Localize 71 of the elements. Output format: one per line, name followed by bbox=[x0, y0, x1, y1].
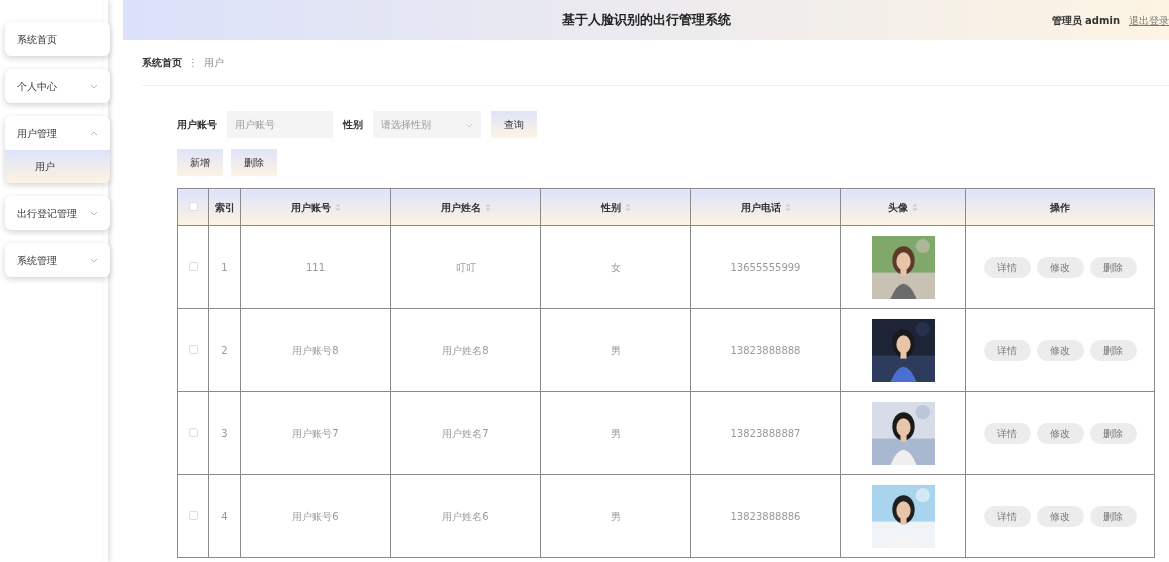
row-action-button[interactable]: 修改 bbox=[1036, 505, 1084, 527]
row-action-button[interactable]: 修改 bbox=[1036, 256, 1084, 278]
chevron-down-icon bbox=[90, 82, 98, 90]
table-cell: 叮叮 bbox=[390, 225, 541, 309]
chevron-down-icon bbox=[90, 256, 98, 264]
breadcrumb-item[interactable]: 系统首页 bbox=[142, 55, 182, 70]
table-cell: 男 bbox=[540, 391, 691, 475]
sort-icon bbox=[334, 203, 341, 212]
row-checkbox[interactable] bbox=[188, 344, 198, 354]
search-field[interactable]: 用户账号 bbox=[227, 111, 333, 138]
breadcrumb-item: 用户 bbox=[204, 56, 224, 70]
sort-icon bbox=[624, 203, 631, 212]
row-action-button[interactable]: 详情 bbox=[983, 339, 1031, 361]
action-button[interactable]: 删除 bbox=[231, 149, 277, 176]
row-action-button[interactable]: 删除 bbox=[1089, 339, 1137, 361]
logout-link[interactable]: 退出登录 bbox=[1129, 12, 1169, 28]
row-action-button[interactable]: 修改 bbox=[1036, 422, 1084, 444]
row-action-button[interactable]: 删除 bbox=[1089, 422, 1137, 444]
breadcrumb-separator: ⋮ bbox=[188, 56, 198, 70]
column-header[interactable]: 用户姓名 bbox=[390, 188, 541, 226]
table-cell: 13823888886 bbox=[690, 474, 841, 558]
sort-icon bbox=[484, 203, 491, 212]
column-header: 索引 bbox=[208, 188, 241, 226]
column-header[interactable]: 用户电话 bbox=[690, 188, 841, 226]
table-cell: 111 bbox=[240, 225, 391, 309]
row-action-button[interactable]: 修改 bbox=[1036, 339, 1084, 361]
table-cell: 女 bbox=[540, 225, 691, 309]
row-action-button[interactable]: 删除 bbox=[1089, 256, 1137, 278]
submenu-item[interactable]: 用户 bbox=[5, 150, 110, 183]
sort-icon bbox=[912, 203, 918, 212]
table-cell: 4 bbox=[208, 474, 241, 558]
search-button[interactable]: 查询 bbox=[491, 111, 537, 138]
chevron-down-icon bbox=[90, 209, 98, 217]
action-button[interactable]: 新增 bbox=[177, 149, 223, 176]
table-cell: 用户姓名6 bbox=[390, 474, 541, 558]
field-label: 用户账号 bbox=[177, 118, 217, 132]
row-checkbox[interactable] bbox=[188, 427, 198, 437]
row-checkbox[interactable] bbox=[188, 261, 198, 271]
column-header[interactable]: 用户账号 bbox=[240, 188, 391, 226]
user-name: 管理员 admin bbox=[1051, 13, 1120, 28]
table-cell: 用户账号6 bbox=[240, 474, 391, 558]
sidebar-item[interactable]: 出行登记管理 bbox=[5, 196, 110, 230]
table-cell: 用户姓名7 bbox=[390, 391, 541, 475]
select-all-checkbox[interactable] bbox=[188, 201, 198, 211]
sidebar-item[interactable]: 系统首页 bbox=[5, 22, 110, 56]
table-cell: 用户账号8 bbox=[240, 308, 391, 392]
table-cell: 男 bbox=[540, 474, 691, 558]
sidebar-item[interactable]: 用户管理 bbox=[5, 116, 110, 150]
sidebar-item[interactable]: 系统管理 bbox=[5, 243, 110, 277]
table-cell: 1 bbox=[208, 225, 241, 309]
table-cell: 用户账号7 bbox=[240, 391, 391, 475]
row-action-button[interactable]: 删除 bbox=[1089, 505, 1137, 527]
app-title: 基于人脸识别的出行管理系统 bbox=[561, 11, 731, 30]
column-header: 操作 bbox=[965, 188, 1155, 226]
table-cell: 男 bbox=[540, 308, 691, 392]
table-cell: 13823888888 bbox=[690, 308, 841, 392]
column-header[interactable]: 性别 bbox=[540, 188, 691, 226]
table-cell: 13655555999 bbox=[690, 225, 841, 309]
table-cell: 3 bbox=[208, 391, 241, 475]
sort-icon bbox=[784, 203, 791, 212]
column-header[interactable]: 头像 bbox=[840, 188, 966, 226]
table-cell: 2 bbox=[208, 308, 241, 392]
table-cell: 用户姓名8 bbox=[390, 308, 541, 392]
row-action-button[interactable]: 详情 bbox=[983, 505, 1031, 527]
row-action-button[interactable]: 详情 bbox=[983, 422, 1031, 444]
row-action-button[interactable]: 详情 bbox=[983, 256, 1031, 278]
field-label: 性别 bbox=[343, 118, 363, 132]
row-checkbox[interactable] bbox=[188, 510, 198, 520]
sidebar-item[interactable]: 个人中心 bbox=[5, 69, 110, 103]
chevron-up-icon bbox=[90, 129, 98, 137]
table-cell: 13823888887 bbox=[690, 391, 841, 475]
